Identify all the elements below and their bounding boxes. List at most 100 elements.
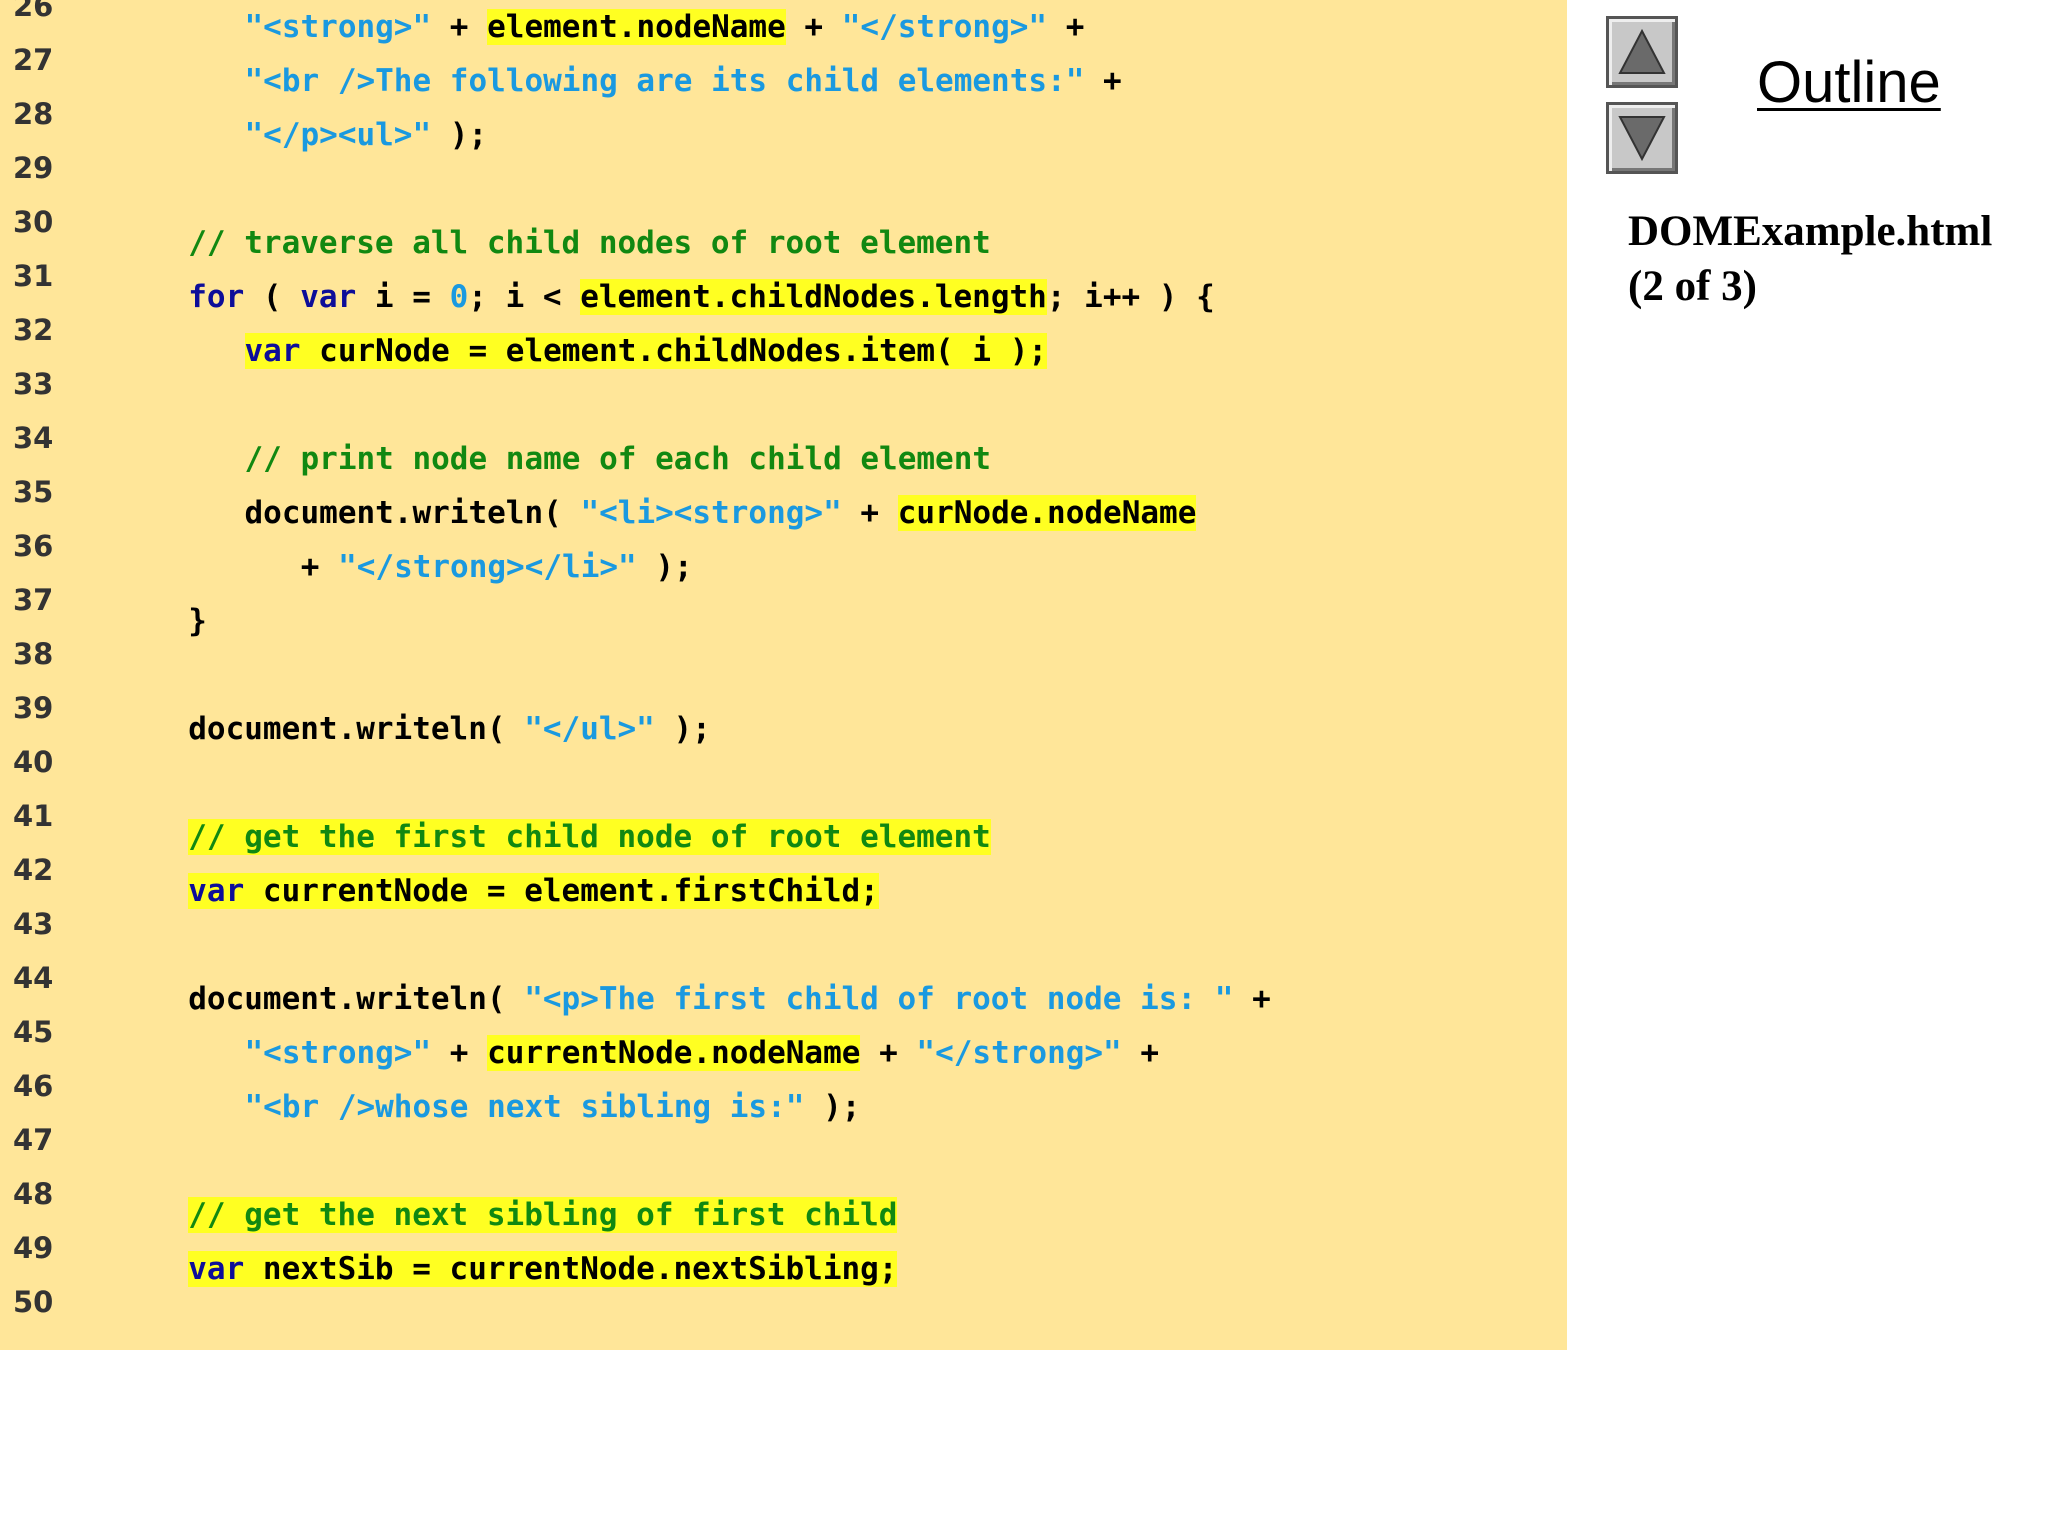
code-token: document.writeln( <box>188 981 525 1017</box>
code-token: ; i < <box>468 279 581 315</box>
code-token: + <box>431 9 488 45</box>
code-text: document.writeln( "<li><strong>" + curNo… <box>245 486 1197 540</box>
code-token: currentNode.nodeName <box>487 1035 861 1071</box>
code-line: 48 // get the next sibling of first child <box>0 1177 1567 1242</box>
code-token: document.writeln( <box>188 711 525 747</box>
line-number: 49 <box>13 1231 54 1265</box>
line-number: 43 <box>13 907 54 941</box>
code-text: // get the first child node of root elem… <box>188 810 991 864</box>
code-token: "</strong></li>" <box>338 549 637 585</box>
code-token: var <box>188 1251 245 1287</box>
code-line: 45 "<strong>" + currentNode.nodeName + "<… <box>0 1015 1567 1080</box>
code-text: document.writeln( "<p>The first child of… <box>188 972 1271 1026</box>
code-token: curNode = element.childNodes.item( i ); <box>300 333 1048 369</box>
code-line: 27 "<br />The following are its child ele… <box>0 43 1567 108</box>
line-number: 33 <box>13 367 54 401</box>
code-token: + <box>1233 981 1271 1017</box>
code-listing-panel: 26 "<strong>" + element.nodeName + "</str… <box>0 0 1567 1350</box>
next-slide-button[interactable] <box>1606 102 1678 174</box>
code-line: 35 document.writeln( "<li><strong>" + cur… <box>0 475 1567 540</box>
code-text: // get the next sibling of first child <box>188 1188 898 1242</box>
code-token: ); <box>654 711 711 747</box>
code-token: + <box>300 549 339 585</box>
code-token: + <box>1084 63 1122 99</box>
line-number: 42 <box>13 853 54 887</box>
code-text: var curNode = element.childNodes.item( i… <box>244 324 1048 378</box>
code-token: "</p><ul>" <box>244 117 432 153</box>
code-token: "<br />The following are its child eleme… <box>244 63 1085 99</box>
code-token: 0 <box>449 279 469 315</box>
code-line: 43 <box>0 907 1567 972</box>
code-line: 47 <box>0 1123 1567 1188</box>
code-token: nextSib = currentNode.nextSibling; <box>244 1251 898 1287</box>
line-number: 46 <box>13 1069 54 1103</box>
line-number: 31 <box>13 259 54 293</box>
code-token: ; i++ ) { <box>1046 279 1215 315</box>
code-line: 26 "<strong>" + element.nodeName + "</str… <box>0 0 1567 54</box>
code-line: 30 // traverse all child nodes of root el… <box>0 205 1567 270</box>
code-line: 36 + "</strong></li>" ); <box>0 529 1567 594</box>
line-number: 48 <box>13 1177 54 1211</box>
code-token: // print node name of each child element <box>244 441 992 477</box>
code-text: "<strong>" + element.nodeName + "</stron… <box>244 0 1084 54</box>
code-text: } <box>188 594 207 648</box>
code-token: "<br />whose next sibling is:" <box>244 1089 805 1125</box>
code-text: "<br />The following are its child eleme… <box>245 54 1122 108</box>
code-line: 46 "<br />whose next sibling is:" ); <box>0 1069 1567 1134</box>
line-number: 40 <box>13 745 54 779</box>
line-number: 27 <box>13 43 54 77</box>
line-number: 44 <box>13 961 54 995</box>
code-line: 44 document.writeln( "<p>The first child … <box>0 961 1567 1026</box>
code-token: "</strong>" <box>841 9 1048 45</box>
line-number: 50 <box>13 1285 54 1319</box>
code-token: "<p>The first child of root node is: " <box>524 981 1234 1017</box>
code-line: 39 document.writeln( "</ul>" ); <box>0 691 1567 756</box>
code-token: var <box>300 279 357 315</box>
code-text: "<br />whose next sibling is:" ); <box>245 1080 861 1134</box>
code-text: document.writeln( "</ul>" ); <box>188 702 711 756</box>
code-line: 32 var curNode = element.childNodes.item(… <box>0 313 1567 378</box>
code-token: + <box>841 495 898 531</box>
code-text: "<strong>" + currentNode.nodeName + "</s… <box>244 1026 1159 1080</box>
code-token: var <box>244 333 301 369</box>
code-text: for ( var i = 0; i < element.childNodes.… <box>188 270 1215 324</box>
line-number: 30 <box>13 205 54 239</box>
code-token: "<strong>" <box>244 1035 432 1071</box>
code-token: ); <box>804 1089 861 1125</box>
code-token: ( <box>244 279 301 315</box>
code-token: "</ul>" <box>524 711 655 747</box>
code-token: i = <box>356 279 450 315</box>
code-line: 28 "</p><ul>" ); <box>0 97 1567 162</box>
page-indicator: (2 of 3) <box>1628 263 1757 310</box>
code-token: ); <box>431 117 488 153</box>
code-token: "<li><strong>" <box>580 495 842 531</box>
line-number: 29 <box>13 151 54 185</box>
code-text: "</p><ul>" ); <box>245 108 488 162</box>
code-text: // print node name of each child element <box>245 432 992 486</box>
line-number: 45 <box>13 1015 54 1049</box>
triangle-down-icon <box>1618 116 1666 162</box>
line-number: 41 <box>13 799 54 833</box>
line-number: 39 <box>13 691 54 725</box>
line-number: 38 <box>13 637 54 671</box>
code-token: currentNode = element.firstChild; <box>244 873 879 909</box>
code-line: 31 for ( var i = 0; i < element.childNode… <box>0 259 1567 324</box>
line-number: 36 <box>13 529 54 563</box>
file-name-label: DOMExample.html <box>1628 208 1993 255</box>
line-number: 35 <box>13 475 54 509</box>
code-text: var nextSib = currentNode.nextSibling; <box>188 1242 898 1296</box>
outline-link[interactable]: Outline <box>1757 48 1941 118</box>
code-line: 33 <box>0 367 1567 432</box>
code-line: 29 <box>0 151 1567 216</box>
code-text: // traverse all child nodes of root elem… <box>188 216 991 270</box>
code-token: + <box>785 9 842 45</box>
code-line: 40 <box>0 745 1567 810</box>
line-number: 26 <box>13 0 54 23</box>
code-token: // traverse all child nodes of root elem… <box>188 225 991 261</box>
code-token: "<strong>" <box>244 9 432 45</box>
line-number: 37 <box>13 583 54 617</box>
previous-slide-button[interactable] <box>1606 16 1678 88</box>
code-line: 49 var nextSib = currentNode.nextSibling; <box>0 1231 1567 1296</box>
code-token: element.childNodes.length <box>580 279 1047 315</box>
code-text: + "</strong></li>" ); <box>301 540 693 594</box>
